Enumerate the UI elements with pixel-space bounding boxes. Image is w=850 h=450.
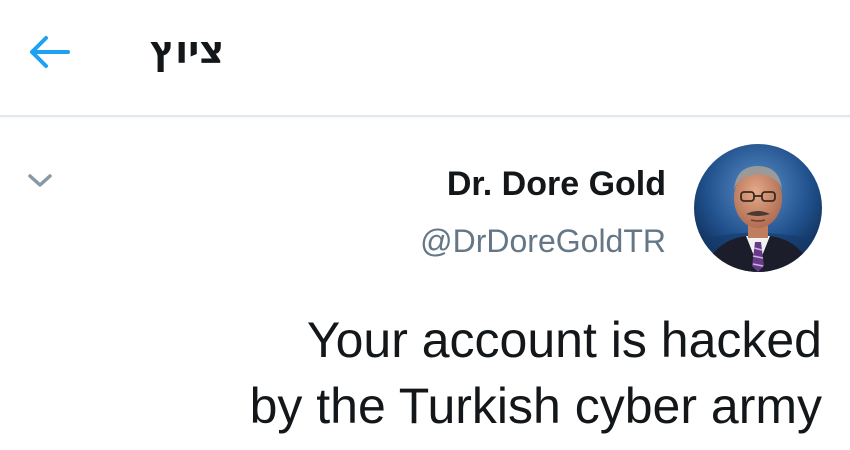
tweet-text-line: Your account is hacked	[306, 312, 822, 368]
back-button[interactable]	[22, 28, 78, 76]
chevron-down-icon	[28, 174, 52, 187]
arrow-left-icon	[30, 36, 70, 68]
page-title: ציוץ	[150, 28, 225, 72]
tweet: Dr. Dore Gold @DrDoreGoldTR Your account…	[0, 117, 850, 450]
top-app-bar: ציוץ	[0, 0, 850, 117]
tweet-text: Your account is hacked by the Turkish cy…	[102, 307, 822, 439]
tweet-menu-button[interactable]	[22, 167, 58, 195]
tweet-detail-screen: ציוץ Dr. Dore Gold @DrDoreGoldTR Your ac…	[0, 0, 850, 450]
tweet-text-line: by the Turkish cyber army	[249, 378, 822, 434]
avatar[interactable]	[694, 144, 822, 272]
profile-photo-icon	[694, 144, 822, 272]
author-handle[interactable]: @DrDoreGoldTR	[420, 222, 666, 260]
author-display-name[interactable]: Dr. Dore Gold	[447, 164, 666, 204]
